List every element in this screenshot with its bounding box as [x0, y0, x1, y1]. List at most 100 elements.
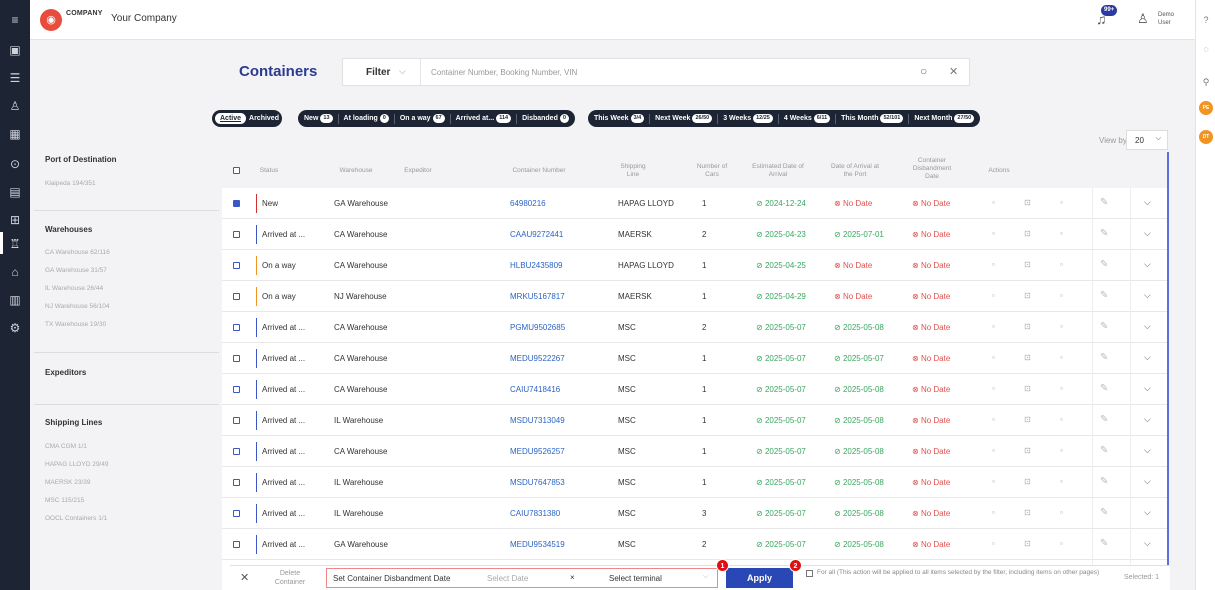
document-icon[interactable]: ▫ — [992, 384, 995, 393]
search-icon[interactable]: ○ — [920, 64, 927, 78]
row-checkbox[interactable] — [233, 262, 240, 269]
row-container-number[interactable]: MEDU9522267 — [510, 354, 565, 363]
truck-icon[interactable]: ⊡ — [1024, 260, 1031, 269]
filter-dropdown[interactable]: Filter — [366, 67, 390, 78]
row-container-number[interactable]: 64980216 — [510, 199, 546, 208]
document-icon[interactable]: ▫ — [992, 229, 995, 238]
row-checkbox[interactable] — [233, 200, 240, 207]
clipboard-icon[interactable]: ▫ — [1060, 384, 1063, 393]
clipboard-icon[interactable]: ▫ — [1060, 260, 1063, 269]
edit-icon[interactable]: ✎ — [1100, 538, 1108, 549]
help-icon[interactable]: ? — [1200, 14, 1212, 26]
periods-tab[interactable]: Next Month 27/50 — [914, 114, 975, 123]
chevron-down-icon[interactable]: ⌵ — [1144, 414, 1151, 425]
stages-tab[interactable]: New 13 — [304, 114, 333, 123]
document-icon[interactable]: ▫ — [992, 415, 995, 424]
avatar[interactable]: DT — [1199, 130, 1213, 144]
chevron-down-icon[interactable]: ⌵ — [1144, 538, 1151, 549]
warehouse-icon[interactable]: ⌂ — [7, 264, 23, 280]
row-container-number[interactable]: CAAU9272441 — [510, 230, 563, 239]
table-row[interactable]: Arrived at ... CA Warehouse PGMU9502685 MSC… — [222, 312, 1167, 343]
settings-icon[interactable]: ⚙ — [7, 320, 23, 336]
truck-icon[interactable]: ⊡ — [1024, 229, 1031, 238]
periods-tab[interactable]: Next Week 26/50 — [655, 114, 713, 123]
clipboard-icon[interactable]: ▫ — [1060, 291, 1063, 300]
table-row[interactable]: Arrived at ... IL Warehouse MSDU7647853 MSC… — [222, 467, 1167, 498]
row-container-number[interactable]: PGMU9502685 — [510, 323, 565, 332]
edit-icon[interactable]: ✎ — [1100, 445, 1108, 456]
date-clear-button[interactable]: × — [570, 573, 575, 582]
header-status[interactable]: Status — [254, 167, 284, 175]
header-eta[interactable]: Estimated Date of Arrival — [752, 163, 804, 179]
filter-item[interactable]: MSC 115/215 — [45, 497, 84, 504]
menu-icon[interactable]: ≡ — [7, 12, 23, 28]
document-icon[interactable]: ▫ — [992, 508, 995, 517]
periods-tab[interactable]: This Month 52/101 — [841, 114, 904, 123]
document-icon[interactable]: ▫ — [992, 446, 995, 455]
chevron-down-icon[interactable]: ⌵ — [703, 573, 708, 581]
chevron-down-icon[interactable]: ⌵ — [1144, 507, 1151, 518]
truck-icon[interactable]: ⊡ — [1024, 291, 1031, 300]
car-icon[interactable]: ⊞ — [7, 212, 23, 228]
list-icon[interactable]: ☰ — [7, 70, 23, 86]
close-icon[interactable]: ✕ — [949, 65, 958, 78]
periods-tab[interactable]: This Week 3/4 — [594, 114, 645, 123]
edit-icon[interactable]: ✎ — [1100, 290, 1108, 301]
row-checkbox[interactable] — [233, 541, 240, 548]
tab-archived[interactable]: Archived — [249, 115, 279, 122]
row-checkbox[interactable] — [233, 510, 240, 517]
chevron-down-icon[interactable]: ⌵ — [399, 66, 406, 77]
row-container-number[interactable]: CAIU7418416 — [510, 385, 560, 394]
table-row[interactable]: Arrived at ... CA Warehouse CAAU9272441 MAE… — [222, 219, 1167, 250]
user-icon[interactable]: ♙ — [1137, 11, 1149, 27]
document-icon[interactable]: ▫ — [992, 477, 995, 486]
header-number-of-cars[interactable]: Number of Cars — [696, 163, 728, 179]
clipboard-icon[interactable]: ▫ — [1060, 229, 1063, 238]
filter-item[interactable]: HAPAG LLOYD 29/49 — [45, 461, 108, 468]
container-icon[interactable]: ♖ — [7, 236, 23, 252]
header-warehouse[interactable]: Warehouse — [334, 167, 378, 175]
clipboard-icon[interactable]: ▫ — [1060, 508, 1063, 517]
table-row[interactable]: Arrived at ... CA Warehouse CAIU7418416 MSC… — [222, 374, 1167, 405]
document-icon[interactable]: ▫ — [992, 353, 995, 362]
stages-tab[interactable]: Disbanded 0 — [522, 114, 569, 123]
chevron-down-icon[interactable]: ⌵ — [1144, 259, 1151, 270]
header-disbandment-date[interactable]: Container Disbandment Date — [908, 157, 956, 181]
periods-tab[interactable]: 4 Weeks 6/11 — [784, 114, 831, 123]
dollar-icon[interactable]: ⊙ — [7, 156, 23, 172]
avatar[interactable]: PE — [1199, 101, 1213, 115]
document-icon[interactable]: ▫ — [992, 260, 995, 269]
edit-icon[interactable]: ✎ — [1100, 352, 1108, 363]
table-row[interactable]: Arrived at ... CA Warehouse MEDU9522267 MSC… — [222, 343, 1167, 374]
tab-active[interactable]: Active — [215, 113, 247, 124]
table-row[interactable]: Arrived at ... GA Warehouse MEDU9534519 MSC… — [222, 529, 1167, 560]
truck-icon[interactable]: ⊡ — [1024, 539, 1031, 548]
row-checkbox[interactable] — [233, 324, 240, 331]
header-expeditor[interactable]: Expeditor — [398, 167, 438, 175]
action-select[interactable]: Set Container Disbandment Date — [333, 574, 450, 583]
filter-item[interactable]: CMA CGM 1/1 — [45, 443, 87, 450]
terminal-select[interactable]: Select terminal — [609, 574, 662, 583]
users-icon[interactable]: ♙ — [7, 98, 23, 114]
chevron-down-icon[interactable]: ⌵ — [1144, 352, 1151, 363]
stages-tab[interactable]: On a way 67 — [400, 114, 445, 123]
filter-item[interactable]: GA Warehouse 31/57 — [45, 267, 107, 274]
periods-tab[interactable]: 3 Weeks 12/25 — [723, 114, 773, 123]
filter-item[interactable]: NJ Warehouse 56/104 — [45, 303, 109, 310]
chevron-down-icon[interactable]: ⌵ — [1144, 228, 1151, 239]
row-checkbox[interactable] — [233, 417, 240, 424]
filter-item[interactable]: OOCL Containers 1/1 — [45, 515, 107, 522]
chevron-down-icon[interactable]: ⌵ — [1144, 321, 1151, 332]
select-all-checkbox[interactable] — [233, 167, 240, 174]
document-icon[interactable]: ▫ — [992, 322, 995, 331]
delete-container-button[interactable]: Delete Container — [268, 569, 312, 587]
clipboard-icon[interactable]: ▫ — [1060, 353, 1063, 362]
chat-icon[interactable]: ◌ — [1200, 43, 1212, 55]
document-icon[interactable]: ▫ — [992, 539, 995, 548]
filter-item[interactable]: MAERSK 23/39 — [45, 479, 91, 486]
table-row[interactable]: Arrived at ... IL Warehouse CAIU7831380 MSC… — [222, 498, 1167, 529]
header-container-number[interactable]: Container Number — [504, 167, 574, 175]
view-by-select[interactable]: 20 ⌵ — [1126, 130, 1168, 150]
edit-icon[interactable]: ✎ — [1100, 507, 1108, 518]
edit-icon[interactable]: ✎ — [1100, 383, 1108, 394]
